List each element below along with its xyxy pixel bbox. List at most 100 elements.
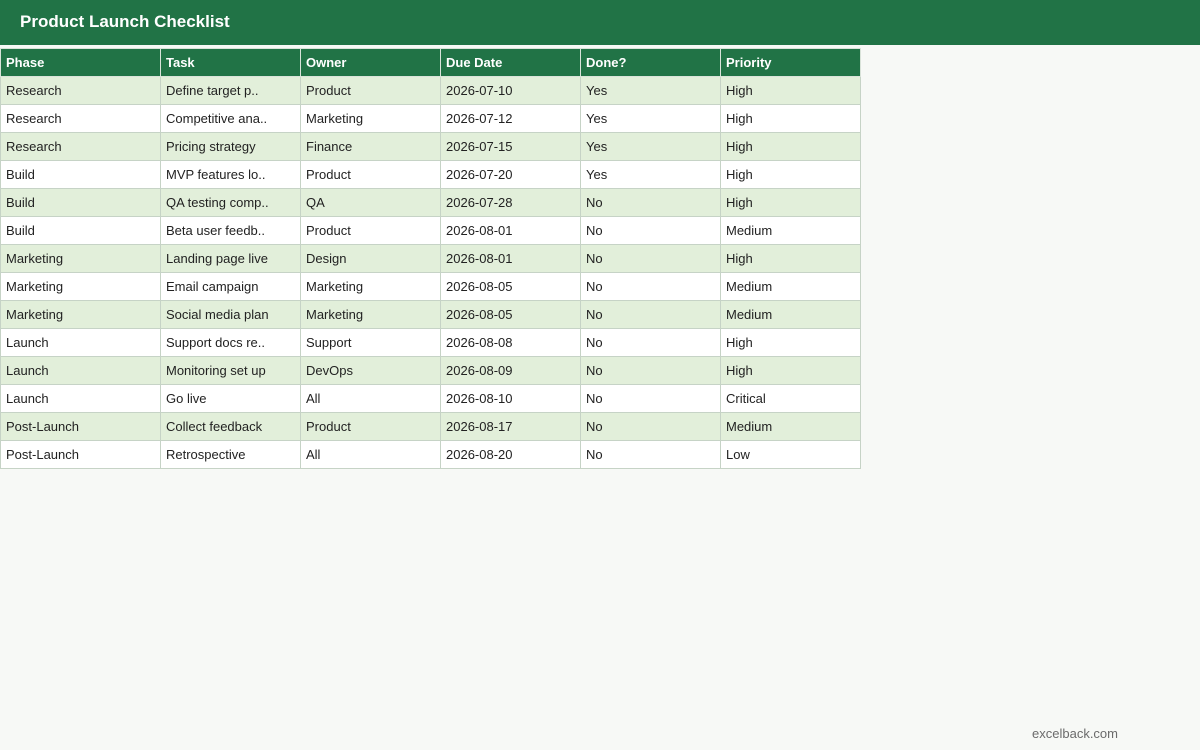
cell-done[interactable]: No — [580, 384, 721, 413]
cell-owner[interactable]: Design — [300, 244, 441, 273]
cell-done[interactable]: Yes — [580, 160, 721, 189]
column-header-priority[interactable]: Priority — [720, 48, 861, 77]
cell-phase[interactable]: Marketing — [0, 300, 161, 329]
column-header-due-date[interactable]: Due Date — [440, 48, 581, 77]
cell-priority[interactable]: Low — [720, 440, 861, 469]
cell-done[interactable]: No — [580, 244, 721, 273]
cell-priority[interactable]: High — [720, 244, 861, 273]
cell-phase[interactable]: Launch — [0, 356, 161, 385]
table-row: Post-Launch Retrospective All 2026-08-20 No L… — [0, 440, 861, 469]
cell-owner[interactable]: Marketing — [300, 104, 441, 133]
table-row: Launch Go live All 2026-08-10 No Critical — [0, 384, 861, 413]
cell-priority[interactable]: Medium — [720, 412, 861, 441]
cell-owner[interactable]: Product — [300, 160, 441, 189]
table-row: Research Pricing strategy Finance 2026-07-1… — [0, 132, 861, 161]
table-row: Build MVP features lo.. Product 2026-07-20 Y… — [0, 160, 861, 189]
cell-priority[interactable]: High — [720, 132, 861, 161]
cell-task[interactable]: Monitoring set up — [160, 356, 301, 385]
checklist-table: Phase Task Owner Due Date Done? Priority Rese… — [0, 48, 861, 469]
cell-due-date[interactable]: 2026-08-09 — [440, 356, 581, 385]
cell-owner[interactable]: Marketing — [300, 300, 441, 329]
cell-task[interactable]: Go live — [160, 384, 301, 413]
column-header-phase[interactable]: Phase — [0, 48, 161, 77]
cell-task[interactable]: Collect feedback — [160, 412, 301, 441]
cell-phase[interactable]: Marketing — [0, 244, 161, 273]
column-header-owner[interactable]: Owner — [300, 48, 441, 77]
cell-owner[interactable]: All — [300, 384, 441, 413]
cell-done[interactable]: Yes — [580, 132, 721, 161]
cell-task[interactable]: Define target p.. — [160, 76, 301, 105]
cell-due-date[interactable]: 2026-07-28 — [440, 188, 581, 217]
cell-phase[interactable]: Post-Launch — [0, 412, 161, 441]
cell-owner[interactable]: Finance — [300, 132, 441, 161]
cell-owner[interactable]: Product — [300, 216, 441, 245]
cell-due-date[interactable]: 2026-08-10 — [440, 384, 581, 413]
cell-due-date[interactable]: 2026-08-20 — [440, 440, 581, 469]
cell-due-date[interactable]: 2026-08-17 — [440, 412, 581, 441]
cell-owner[interactable]: Support — [300, 328, 441, 357]
cell-phase[interactable]: Post-Launch — [0, 440, 161, 469]
cell-due-date[interactable]: 2026-07-10 — [440, 76, 581, 105]
cell-due-date[interactable]: 2026-07-12 — [440, 104, 581, 133]
cell-done[interactable]: No — [580, 272, 721, 301]
cell-done[interactable]: No — [580, 188, 721, 217]
cell-due-date[interactable]: 2026-08-08 — [440, 328, 581, 357]
cell-priority[interactable]: High — [720, 160, 861, 189]
cell-task[interactable]: Beta user feedb.. — [160, 216, 301, 245]
cell-due-date[interactable]: 2026-08-01 — [440, 244, 581, 273]
cell-owner[interactable]: DevOps — [300, 356, 441, 385]
sheet-title: Product Launch Checklist — [20, 12, 230, 31]
cell-due-date[interactable]: 2026-08-01 — [440, 216, 581, 245]
cell-owner[interactable]: All — [300, 440, 441, 469]
cell-priority[interactable]: High — [720, 328, 861, 357]
table-row: Launch Support docs re.. Support 2026-08-08… — [0, 328, 861, 357]
cell-phase[interactable]: Research — [0, 76, 161, 105]
cell-done[interactable]: No — [580, 412, 721, 441]
cell-task[interactable]: Email campaign — [160, 272, 301, 301]
cell-task[interactable]: QA testing comp.. — [160, 188, 301, 217]
cell-task[interactable]: Support docs re.. — [160, 328, 301, 357]
cell-priority[interactable]: High — [720, 188, 861, 217]
cell-done[interactable]: Yes — [580, 104, 721, 133]
cell-done[interactable]: No — [580, 328, 721, 357]
cell-priority[interactable]: High — [720, 356, 861, 385]
column-header-task[interactable]: Task — [160, 48, 301, 77]
cell-done[interactable]: Yes — [580, 76, 721, 105]
column-header-done[interactable]: Done? — [580, 48, 721, 77]
cell-due-date[interactable]: 2026-08-05 — [440, 300, 581, 329]
cell-due-date[interactable]: 2026-07-20 — [440, 160, 581, 189]
cell-owner[interactable]: Marketing — [300, 272, 441, 301]
cell-owner[interactable]: QA — [300, 188, 441, 217]
cell-due-date[interactable]: 2026-07-15 — [440, 132, 581, 161]
cell-priority[interactable]: Critical — [720, 384, 861, 413]
cell-done[interactable]: No — [580, 356, 721, 385]
cell-task[interactable]: Social media plan — [160, 300, 301, 329]
cell-phase[interactable]: Launch — [0, 328, 161, 357]
cell-done[interactable]: No — [580, 440, 721, 469]
cell-task[interactable]: MVP features lo.. — [160, 160, 301, 189]
cell-phase[interactable]: Marketing — [0, 272, 161, 301]
cell-task[interactable]: Competitive ana.. — [160, 104, 301, 133]
cell-priority[interactable]: High — [720, 104, 861, 133]
cell-task[interactable]: Retrospective — [160, 440, 301, 469]
table-body: Research Define target p.. Product 2026-07-… — [0, 76, 861, 469]
cell-owner[interactable]: Product — [300, 76, 441, 105]
table-row: Build Beta user feedb.. Product 2026-08-01 N… — [0, 216, 861, 245]
cell-due-date[interactable]: 2026-08-05 — [440, 272, 581, 301]
cell-phase[interactable]: Research — [0, 104, 161, 133]
table-row: Post-Launch Collect feedback Product 2026-0… — [0, 412, 861, 441]
cell-phase[interactable]: Launch — [0, 384, 161, 413]
cell-priority[interactable]: Medium — [720, 272, 861, 301]
cell-task[interactable]: Landing page live — [160, 244, 301, 273]
cell-done[interactable]: No — [580, 300, 721, 329]
cell-owner[interactable]: Product — [300, 412, 441, 441]
cell-task[interactable]: Pricing strategy — [160, 132, 301, 161]
cell-phase[interactable]: Build — [0, 216, 161, 245]
cell-priority[interactable]: High — [720, 76, 861, 105]
cell-phase[interactable]: Build — [0, 188, 161, 217]
cell-priority[interactable]: Medium — [720, 300, 861, 329]
cell-phase[interactable]: Build — [0, 160, 161, 189]
cell-phase[interactable]: Research — [0, 132, 161, 161]
cell-done[interactable]: No — [580, 216, 721, 245]
cell-priority[interactable]: Medium — [720, 216, 861, 245]
